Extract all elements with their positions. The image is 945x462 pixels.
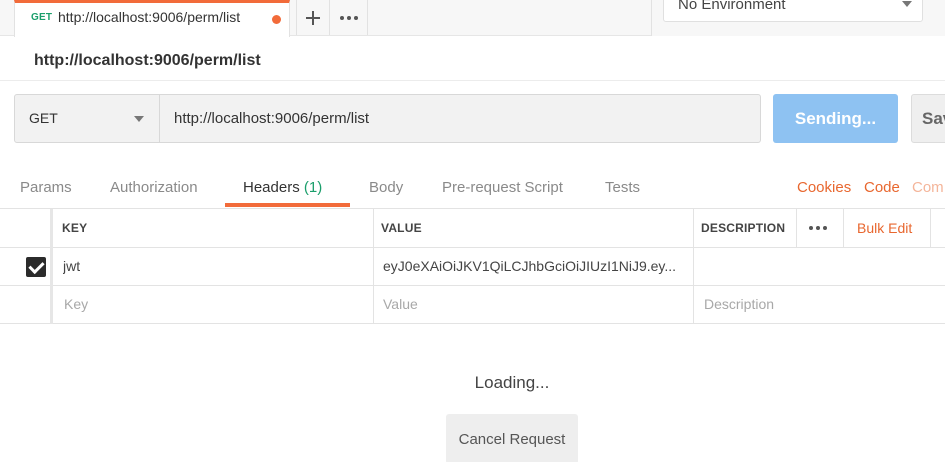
cancel-request-button[interactable]: Cancel Request (446, 414, 578, 462)
column-header-description: DESCRIPTION (701, 221, 786, 235)
header-value-cell[interactable]: eyJ0eXAiOiJKV1QiLCJhbGciOiJIUzI1NiJ9.ey.… (383, 258, 688, 274)
tab-params[interactable]: Params (20, 179, 72, 196)
column-divider (693, 209, 694, 324)
column-divider (843, 209, 844, 248)
cookies-link[interactable]: Cookies (797, 179, 851, 196)
active-tab-indicator (225, 203, 350, 207)
more-horizontal-icon (809, 226, 827, 230)
tab-headers-count: (1) (303, 179, 323, 196)
column-divider (373, 209, 374, 324)
bulk-edit-link[interactable]: Bulk Edit (857, 220, 912, 236)
tab-body[interactable]: Body (369, 179, 403, 196)
plus-icon (306, 10, 320, 25)
request-tab-title: http://localhost:9006/perm/list (58, 9, 241, 25)
tab-authorization[interactable]: Authorization (110, 179, 198, 196)
tab-headers[interactable]: Headers (1) (243, 179, 322, 196)
table-row: Key Value Description (0, 286, 945, 324)
unsaved-dot-icon (272, 15, 281, 24)
column-divider (930, 209, 931, 248)
header-key-cell[interactable]: jwt (63, 258, 80, 274)
request-name: http://localhost:9006/perm/list (34, 52, 261, 69)
environment-select-label: No Environment (678, 0, 786, 13)
request-tab-method: GET (31, 12, 53, 23)
loading-text: Loading... (474, 373, 550, 392)
more-horizontal-icon (339, 15, 358, 20)
table-row: jwt eyJ0eXAiOiJKV1QiLCJhbGciOiJIUzI1NiJ9… (0, 248, 945, 286)
tab-strip: GET http://localhost:9006/perm/list No E… (0, 0, 945, 37)
request-tab[interactable]: GET http://localhost:9006/perm/list (14, 0, 290, 37)
save-button[interactable]: Save (911, 94, 945, 143)
code-link[interactable]: Code (864, 179, 900, 196)
send-button[interactable]: Sending... (773, 94, 898, 143)
new-tab-button[interactable] (296, 0, 330, 35)
chevron-down-icon (134, 116, 144, 122)
environment-area: No Environment (651, 0, 945, 36)
headers-table: KEY VALUE DESCRIPTION Bulk Edit jwt eyJ0… (0, 209, 945, 324)
tab-options-button[interactable] (330, 0, 368, 35)
table-header-row: KEY VALUE DESCRIPTION Bulk Edit (0, 209, 945, 248)
url-input[interactable] (159, 94, 761, 143)
tab-prerequest-script[interactable]: Pre-request Script (442, 179, 563, 196)
method-select[interactable]: GET (14, 94, 160, 143)
new-value-input[interactable]: Value (383, 296, 418, 312)
method-select-label: GET (29, 110, 58, 126)
new-key-input[interactable]: Key (64, 296, 88, 312)
column-header-value: VALUE (381, 221, 422, 235)
column-divider (50, 209, 53, 324)
environment-select[interactable]: No Environment (663, 0, 923, 22)
column-header-key: KEY (62, 221, 88, 235)
new-description-input[interactable]: Description (704, 296, 774, 312)
tab-headers-label: Headers (243, 179, 300, 196)
column-divider (796, 209, 797, 248)
request-tabs: Params Authorization Headers (1) Body Pr… (0, 168, 945, 208)
header-enabled-checkbox[interactable] (26, 257, 46, 277)
chevron-down-icon (902, 1, 912, 7)
tab-tests[interactable]: Tests (605, 179, 640, 196)
table-options-button[interactable] (809, 226, 827, 230)
divider (0, 80, 945, 81)
comments-link[interactable]: Com (912, 179, 944, 196)
